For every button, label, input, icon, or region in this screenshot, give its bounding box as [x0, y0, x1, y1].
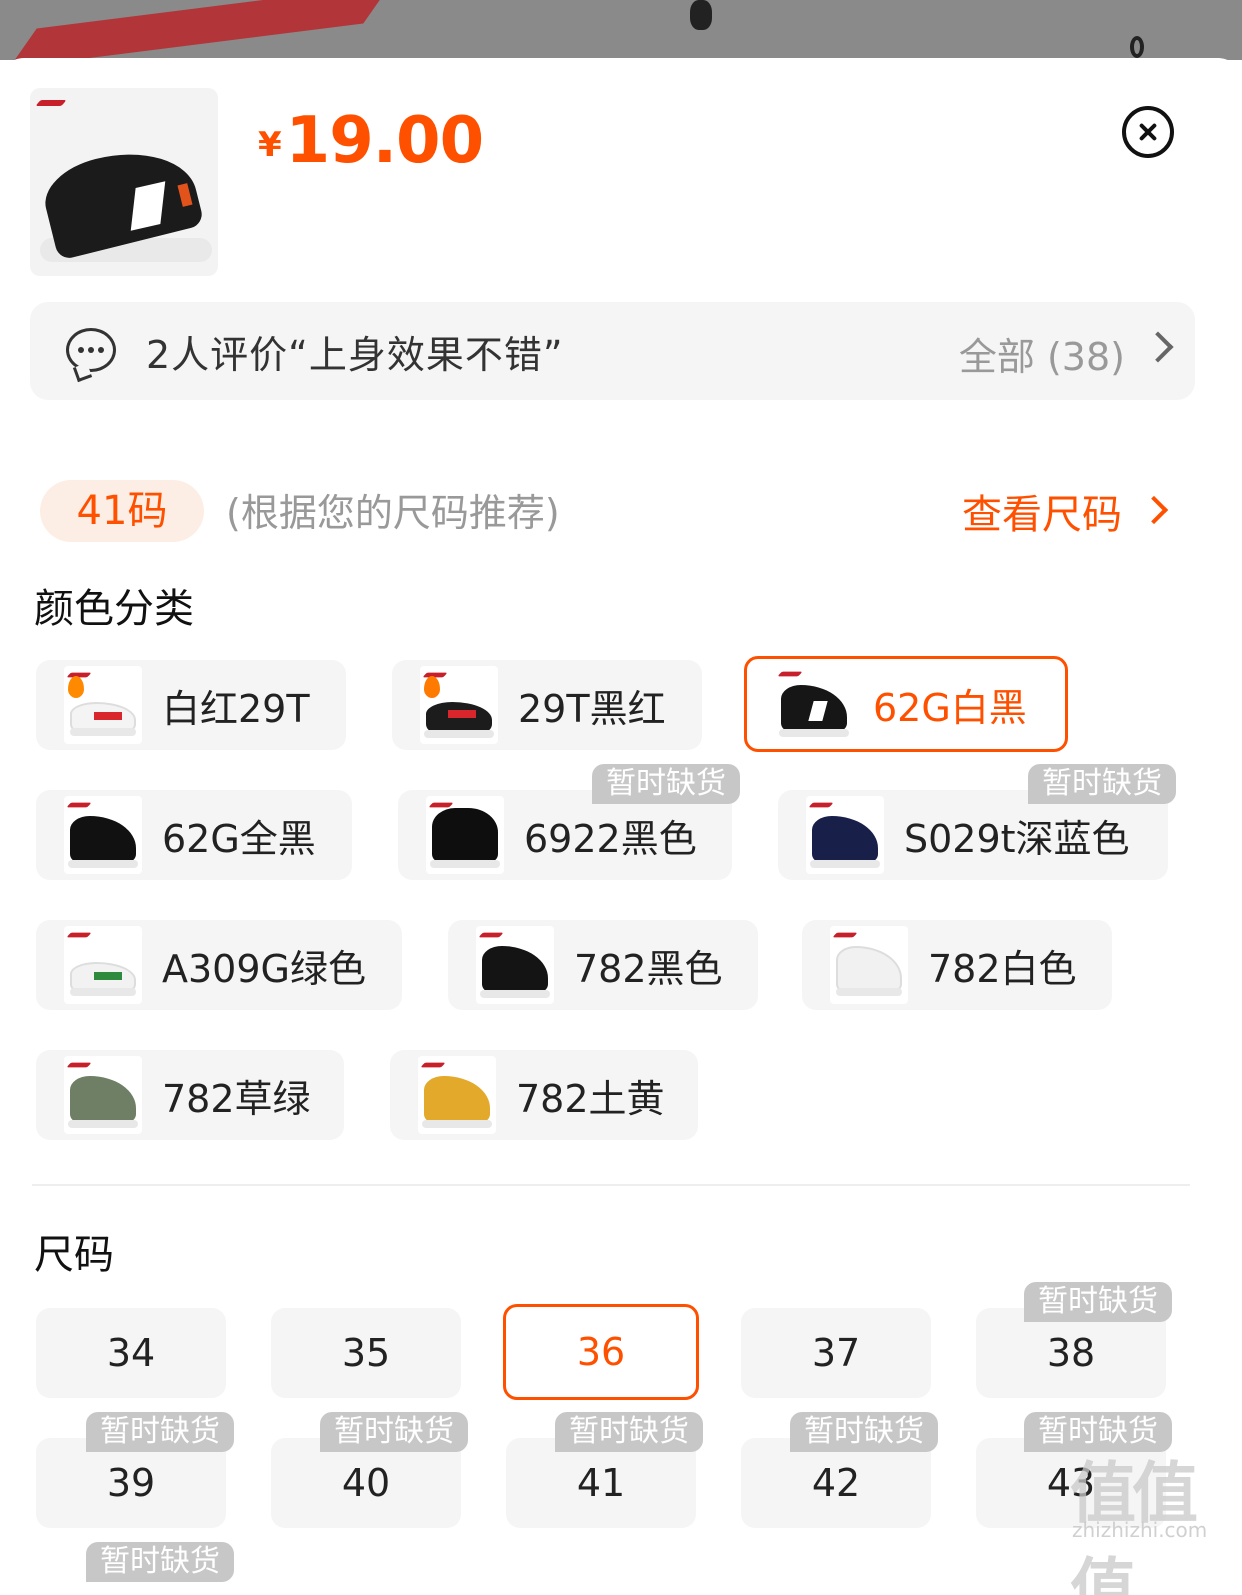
- color-thumbnail: [775, 665, 853, 743]
- out-of-stock-badge: 暂时缺货: [555, 1412, 703, 1452]
- size-option[interactable]: 34: [36, 1308, 226, 1398]
- color-thumbnail: [64, 666, 142, 744]
- color-label: 782黑色: [574, 946, 723, 991]
- color-option[interactable]: 782草绿: [36, 1050, 344, 1140]
- color-label: A309G绿色: [162, 946, 366, 991]
- price: ¥19.00: [258, 104, 484, 178]
- color-thumbnail: [64, 1056, 142, 1134]
- color-label: 62G全黑: [162, 816, 316, 861]
- watermark-url: zhizhizhi.com: [1072, 1518, 1208, 1542]
- out-of-stock-badge: 暂时缺货: [592, 764, 740, 804]
- color-thumbnail: [806, 796, 884, 874]
- out-of-stock-badge: 暂时缺货: [1024, 1282, 1172, 1322]
- chevron-right-icon: [1139, 495, 1169, 525]
- color-label: S029t深蓝色: [904, 816, 1130, 861]
- size-option[interactable]: 35: [271, 1308, 461, 1398]
- product-thumbnail[interactable]: [30, 88, 218, 276]
- color-option-selected[interactable]: 62G白黑: [744, 656, 1068, 752]
- section-divider: [32, 1184, 1190, 1186]
- color-option[interactable]: 782黑色: [448, 920, 758, 1010]
- brand-logo-icon: [38, 98, 64, 108]
- color-option[interactable]: 白红29T: [36, 660, 346, 750]
- color-thumbnail: [64, 926, 142, 1004]
- size-chart-link[interactable]: 查看尺码: [962, 482, 1122, 540]
- recommended-size-pill: 41码: [40, 480, 204, 542]
- color-label: 782土黄: [516, 1076, 665, 1121]
- color-section-title: 颜色分类: [34, 586, 194, 632]
- chat-bubble-icon: [66, 328, 116, 372]
- out-of-stock-badge: 暂时缺货: [86, 1412, 234, 1452]
- sku-selector-sheet: ¥19.00 2人评价“上身效果不错” 全部 (38) 41码 (根据您的尺码推…: [0, 58, 1242, 1595]
- color-option[interactable]: 29T黑红: [392, 660, 702, 750]
- size-section-title: 尺码: [34, 1232, 114, 1278]
- review-all-link[interactable]: 全部 (38): [959, 326, 1125, 381]
- color-thumbnail: [420, 666, 498, 744]
- color-thumbnail: [64, 796, 142, 874]
- color-label: 782草绿: [162, 1076, 311, 1121]
- color-option[interactable]: A309G绿色: [36, 920, 402, 1010]
- out-of-stock-badge: 暂时缺货: [320, 1412, 468, 1452]
- color-thumbnail: [830, 926, 908, 1004]
- color-option[interactable]: 62G全黑: [36, 790, 352, 880]
- review-summary-bar[interactable]: 2人评价“上身效果不错” 全部 (38): [30, 302, 1195, 400]
- out-of-stock-badge: 暂时缺货: [86, 1542, 234, 1582]
- color-thumbnail: [426, 796, 504, 874]
- currency-symbol: ¥: [258, 125, 282, 165]
- out-of-stock-badge: 暂时缺货: [790, 1412, 938, 1452]
- color-label: 白红29T: [162, 686, 310, 731]
- price-value: 19.00: [285, 104, 484, 178]
- size-option-selected[interactable]: 36: [503, 1304, 699, 1400]
- close-icon[interactable]: [1122, 106, 1174, 158]
- color-thumbnail: [418, 1056, 496, 1134]
- color-label: 782白色: [928, 946, 1077, 991]
- chevron-right-icon: [1142, 331, 1174, 363]
- background-product-image: [0, 0, 1242, 60]
- color-label: 6922黑色: [524, 816, 697, 861]
- color-label: 29T黑红: [518, 686, 666, 731]
- color-option[interactable]: 782白色: [802, 920, 1112, 1010]
- size-option[interactable]: 37: [741, 1308, 931, 1398]
- color-label: 62G白黑: [873, 685, 1027, 730]
- color-option[interactable]: 782土黄: [390, 1050, 698, 1140]
- review-summary-text: 2人评价“上身效果不错”: [146, 333, 564, 377]
- out-of-stock-badge: 暂时缺货: [1028, 764, 1176, 804]
- recommended-size-note: (根据您的尺码推荐): [226, 491, 560, 535]
- color-thumbnail: [476, 926, 554, 1004]
